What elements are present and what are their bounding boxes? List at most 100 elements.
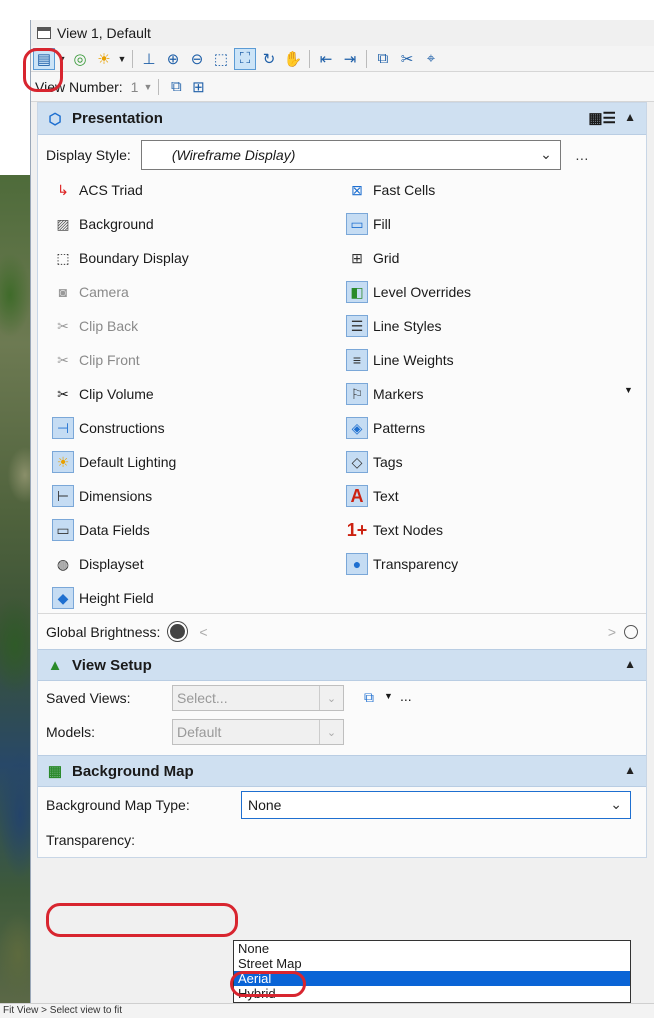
background-map-header[interactable]: ▦ Background Map ▲ xyxy=(38,755,646,787)
more-button[interactable]: ... xyxy=(400,688,412,704)
transparency-icon: ● xyxy=(346,553,368,575)
toggle-text[interactable]: A Text xyxy=(346,483,399,509)
presentation-title: Presentation xyxy=(72,110,163,127)
map-icon: ▦ xyxy=(47,763,63,780)
toggle-dimensions[interactable]: ⊢ Dimensions xyxy=(52,483,152,509)
chevron-down-icon[interactable]: ▼ xyxy=(624,385,633,395)
status-text: Fit View > Select view to fit xyxy=(3,1005,123,1016)
option-none[interactable]: None xyxy=(234,941,630,956)
slider-right-arrow[interactable]: > xyxy=(608,624,616,640)
rotate-view-icon[interactable]: ↻ xyxy=(258,48,280,70)
chevron-down-icon: ⌄ xyxy=(610,796,622,812)
toggle-line-styles[interactable]: ☰ Line Styles xyxy=(346,313,441,339)
clip-volume-icon: ✂ xyxy=(57,386,69,402)
layout-toggle-icon[interactable]: ▦☰ xyxy=(588,109,616,127)
toggle-clip-volume[interactable]: ✂ Clip Volume xyxy=(52,381,154,407)
window-area-icon[interactable]: ⬚ xyxy=(210,48,232,70)
transparency-row: Transparency: xyxy=(38,823,646,857)
fill-icon: ▭ xyxy=(346,213,368,235)
line-weights-icon: ≡ xyxy=(346,349,368,371)
view-next-icon[interactable]: ⇥ xyxy=(339,48,361,70)
acs-triad-icon: ↳ xyxy=(57,182,69,198)
toggle-background[interactable]: ▨ Background xyxy=(52,211,153,237)
background-map-type-dropdown[interactable]: None ⌄ xyxy=(241,791,631,819)
view-number-row: View Number: 1 ▼ ⧉ ⊞ xyxy=(31,72,654,102)
view-setup-header[interactable]: ▲ View Setup ▲ xyxy=(38,649,646,681)
option-hybrid[interactable]: Hybrid xyxy=(234,986,630,1001)
collapse-icon[interactable]: ▲ xyxy=(624,657,636,671)
toggle-line-weights[interactable]: ≡ Line Weights xyxy=(346,347,454,373)
toggle-boundary-display[interactable]: ⬚ Boundary Display xyxy=(52,245,188,271)
transparency-label: Transparency: xyxy=(46,832,135,848)
displayset-icon: ◍ xyxy=(56,556,70,572)
chevron-down-icon[interactable]: ▼ xyxy=(117,48,127,70)
height-field-icon: ◆ xyxy=(52,587,74,609)
copy-view-icon[interactable]: ⧉ xyxy=(372,48,394,70)
toggle-grid[interactable]: ⊞ Grid xyxy=(346,245,399,271)
toggle-acs-triad[interactable]: ↳ ACS Triad xyxy=(52,177,143,203)
status-bar: Fit View > Select view to fit xyxy=(0,1003,654,1018)
toggle-tags[interactable]: ◇ Tags xyxy=(346,449,403,475)
toggle-transparency[interactable]: ● Transparency xyxy=(346,551,458,577)
collapse-icon[interactable]: ▲ xyxy=(624,110,636,124)
toggle-fill[interactable]: ▭ Fill xyxy=(346,211,391,237)
more-button[interactable]: … xyxy=(575,147,589,163)
markers-icon: ⚐ xyxy=(346,383,368,405)
models-dropdown[interactable]: Default ⌄ xyxy=(172,719,344,745)
presentation-header[interactable]: ⬡ Presentation ▦☰ ▲ xyxy=(38,103,646,135)
view-number-value[interactable]: 1 xyxy=(131,79,139,95)
background-map-type-row: Background Map Type: None ⌄ xyxy=(38,787,646,823)
chevron-down-icon: ⌄ xyxy=(540,146,552,162)
option-aerial[interactable]: Aerial xyxy=(234,971,630,986)
toggle-text-nodes[interactable]: 1+ Text Nodes xyxy=(346,517,443,543)
view-previous-icon[interactable]: ⇤ xyxy=(315,48,337,70)
toggle-default-lighting[interactable]: ☀ Default Lighting xyxy=(52,449,176,475)
toggle-level-overrides[interactable]: ◧ Level Overrides xyxy=(346,279,471,305)
toggle-clip-front[interactable]: ✂ Clip Front xyxy=(52,347,140,373)
zoom-in-icon[interactable]: ⊕ xyxy=(162,48,184,70)
toggle-height-field[interactable]: ◆ Height Field xyxy=(52,585,154,611)
view-attributes-icon[interactable]: ▤ xyxy=(33,47,55,70)
lighting-icon[interactable]: ☀ xyxy=(93,48,115,70)
clip-volume-icon[interactable]: ✂ xyxy=(396,48,418,70)
toggle-fast-cells[interactable]: ⊠ Fast Cells xyxy=(346,177,435,203)
toggle-data-fields[interactable]: ▭ Data Fields xyxy=(52,517,150,543)
display-style-icon[interactable]: ◎ xyxy=(69,48,91,70)
lighting-icon: ☀ xyxy=(52,451,74,473)
chevron-down-icon[interactable]: ▼ xyxy=(384,691,393,701)
toggle-displayset[interactable]: ◍ Displayset xyxy=(52,551,144,577)
display-style-dropdown[interactable]: (Wireframe Display) ⌄ xyxy=(140,140,561,170)
models-row: Models: Default ⌄ xyxy=(38,715,646,749)
tags-icon: ◇ xyxy=(346,451,368,473)
global-brightness-label: Global Brightness: xyxy=(46,623,161,640)
toggle-camera[interactable]: ◙ Camera xyxy=(52,279,129,305)
toggle-constructions[interactable]: ⊣ Constructions xyxy=(52,415,165,441)
toggle-markers[interactable]: ⚐ Markers xyxy=(346,381,424,407)
collapse-icon[interactable]: ▲ xyxy=(624,763,636,777)
slider-left-arrow[interactable]: < xyxy=(199,624,207,640)
camera-icon: ◙ xyxy=(58,284,68,300)
saved-views-options-icon[interactable]: ⧉ xyxy=(364,689,374,706)
chevron-down-icon[interactable]: ▼ xyxy=(57,48,67,70)
toggle-patterns[interactable]: ◈ Patterns xyxy=(346,415,425,441)
view-groups-icon[interactable]: ⧉ xyxy=(165,76,187,98)
window-icon xyxy=(37,27,51,39)
background-map-title: Background Map xyxy=(72,762,194,780)
zoom-out-icon[interactable]: ⊖ xyxy=(186,48,208,70)
toggle-clip-back[interactable]: ✂ Clip Back xyxy=(52,313,138,339)
new-view-icon[interactable]: ⊞ xyxy=(187,76,209,98)
view-setup-icon: ▲ xyxy=(47,656,63,674)
saved-views-dropdown[interactable]: Select... ⌄ xyxy=(172,685,344,711)
update-view-icon[interactable]: ⊥ xyxy=(138,48,160,70)
camera-settings-icon[interactable]: ⌖ xyxy=(420,48,442,70)
background-map-type-label: Background Map Type: xyxy=(46,797,190,813)
moon-icon xyxy=(170,624,186,639)
view-setup-title: View Setup xyxy=(72,656,152,674)
fit-view-icon[interactable]: ⛶ xyxy=(234,47,256,70)
option-street-map[interactable]: Street Map xyxy=(234,956,630,971)
pan-view-icon[interactable]: ✋ xyxy=(282,48,304,70)
chevron-down-icon[interactable]: ▼ xyxy=(143,82,152,92)
global-brightness-row: Global Brightness: < > xyxy=(38,613,646,649)
chevron-down-icon: ⌄ xyxy=(319,686,343,710)
line-styles-icon: ☰ xyxy=(346,315,368,337)
